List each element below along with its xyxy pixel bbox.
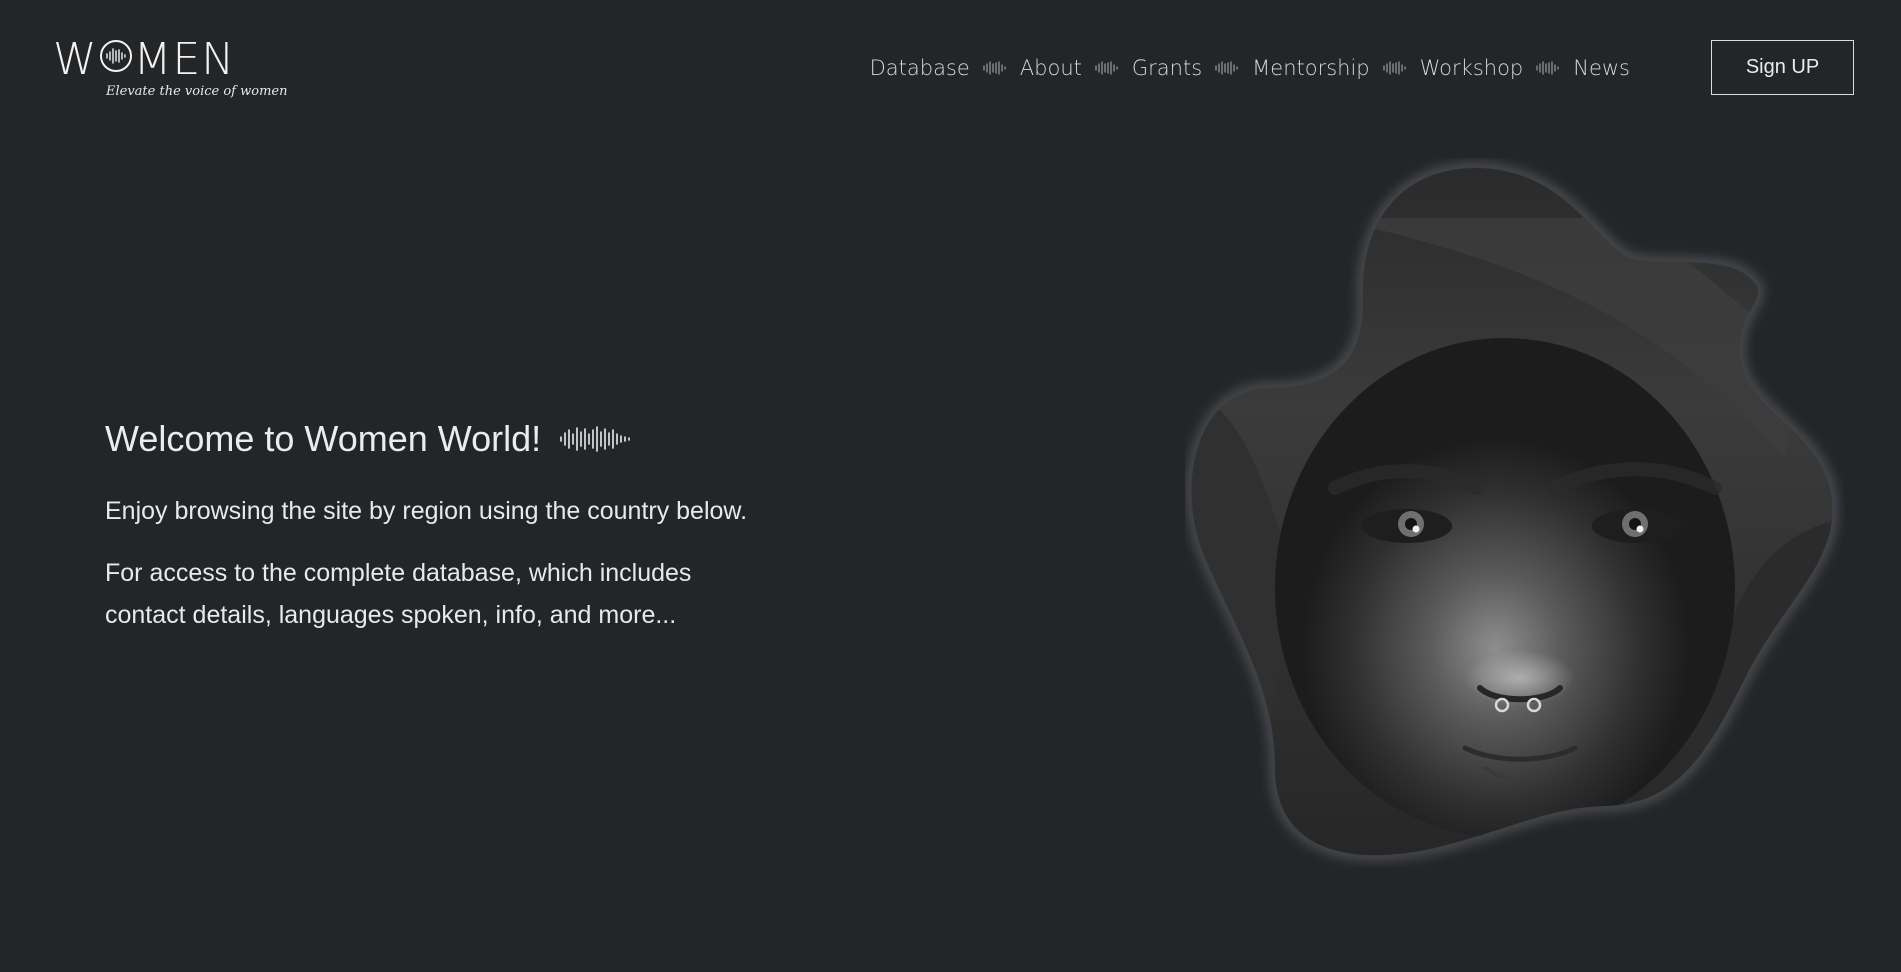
hero-section: Welcome to Women World! Enjoy browsing t… bbox=[105, 418, 805, 636]
soundwave-icon bbox=[1536, 61, 1559, 75]
portrait-image bbox=[1188, 164, 1836, 859]
soundwave-icon bbox=[1215, 61, 1238, 75]
soundwave-icon bbox=[560, 426, 630, 452]
nav-item-database[interactable]: Database bbox=[870, 56, 970, 80]
soundwave-icon bbox=[983, 61, 1006, 75]
main-nav: Database About Grants Mentorship Worksho… bbox=[870, 56, 1630, 80]
page-title: Welcome to Women World! bbox=[105, 418, 542, 459]
hero-database-text: For access to the complete database, whi… bbox=[105, 559, 692, 629]
site-logo[interactable]: W MEN Elevate the voice of women bbox=[53, 38, 313, 108]
logo-wordmark: W MEN bbox=[53, 38, 235, 82]
soundwave-icon bbox=[99, 40, 132, 72]
nav-item-about[interactable]: About bbox=[1020, 56, 1082, 80]
logo-letter-w: W bbox=[53, 34, 98, 85]
hero-intro-text: Enjoy browsing the site by region using … bbox=[105, 497, 748, 525]
logo-letters-men: MEN bbox=[133, 34, 236, 85]
soundwave-icon bbox=[1382, 61, 1406, 75]
signup-button[interactable]: Sign UP bbox=[1711, 40, 1854, 95]
soundwave-icon bbox=[1095, 61, 1118, 75]
hero-title-row: Welcome to Women World! bbox=[105, 418, 805, 460]
nav-item-mentorship[interactable]: Mentorship bbox=[1252, 56, 1369, 80]
nav-item-grants[interactable]: Grants bbox=[1132, 56, 1202, 80]
nav-item-news[interactable]: News bbox=[1573, 56, 1630, 80]
logo-tagline: Elevate the voice of women bbox=[106, 84, 288, 99]
nav-item-workshop[interactable]: Workshop bbox=[1420, 56, 1524, 80]
